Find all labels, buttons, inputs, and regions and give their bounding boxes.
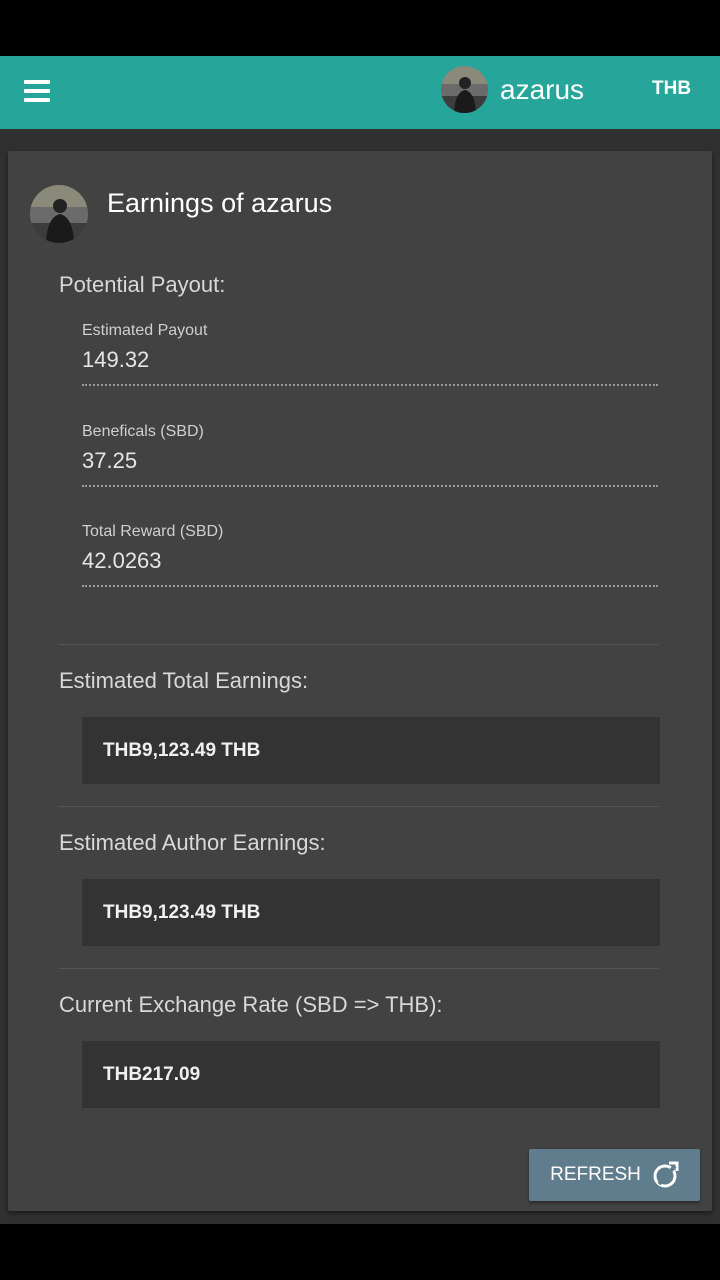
refresh-icon: [651, 1161, 679, 1189]
total-reward-label: Total Reward (SBD): [82, 523, 224, 540]
divider: [59, 968, 659, 969]
avatar[interactable]: [441, 66, 488, 113]
currency-selector[interactable]: THB: [652, 77, 691, 101]
exchange-rate-heading: Current Exchange Rate (SBD => THB):: [59, 992, 443, 1017]
refresh-button[interactable]: REFRESH: [529, 1149, 700, 1201]
avatar: [30, 185, 88, 243]
field-underline: [82, 485, 658, 487]
refresh-button-label: REFRESH: [550, 1164, 641, 1185]
page-title: Earnings of azarus: [107, 188, 333, 218]
app-screen: azarus THB Earnings of azarus Potential …: [0, 56, 720, 1224]
estimated-payout-value: 149.32: [82, 347, 150, 372]
estimated-total-heading: Estimated Total Earnings:: [59, 668, 309, 693]
divider: [59, 806, 659, 807]
divider: [59, 644, 659, 645]
estimated-payout-label: Estimated Payout: [82, 322, 208, 339]
beneficals-value: 37.25: [82, 448, 138, 473]
earnings-card: Earnings of azarus Potential Payout: Est…: [8, 151, 712, 1211]
estimated-author-value: THB9,123.49 THB: [82, 879, 660, 946]
total-reward-value: 42.0263: [82, 548, 162, 573]
username-label[interactable]: azarus: [500, 73, 584, 107]
field-underline: [82, 585, 658, 587]
potential-payout-heading: Potential Payout:: [59, 272, 226, 297]
hamburger-menu-icon[interactable]: [24, 80, 50, 102]
estimated-author-heading: Estimated Author Earnings:: [59, 830, 326, 855]
field-underline: [82, 384, 658, 386]
beneficals-label: Beneficals (SBD): [82, 423, 204, 440]
estimated-total-value: THB9,123.49 THB: [82, 717, 660, 784]
exchange-rate-value: THB217.09: [82, 1041, 660, 1108]
top-app-bar: azarus THB: [0, 56, 720, 129]
